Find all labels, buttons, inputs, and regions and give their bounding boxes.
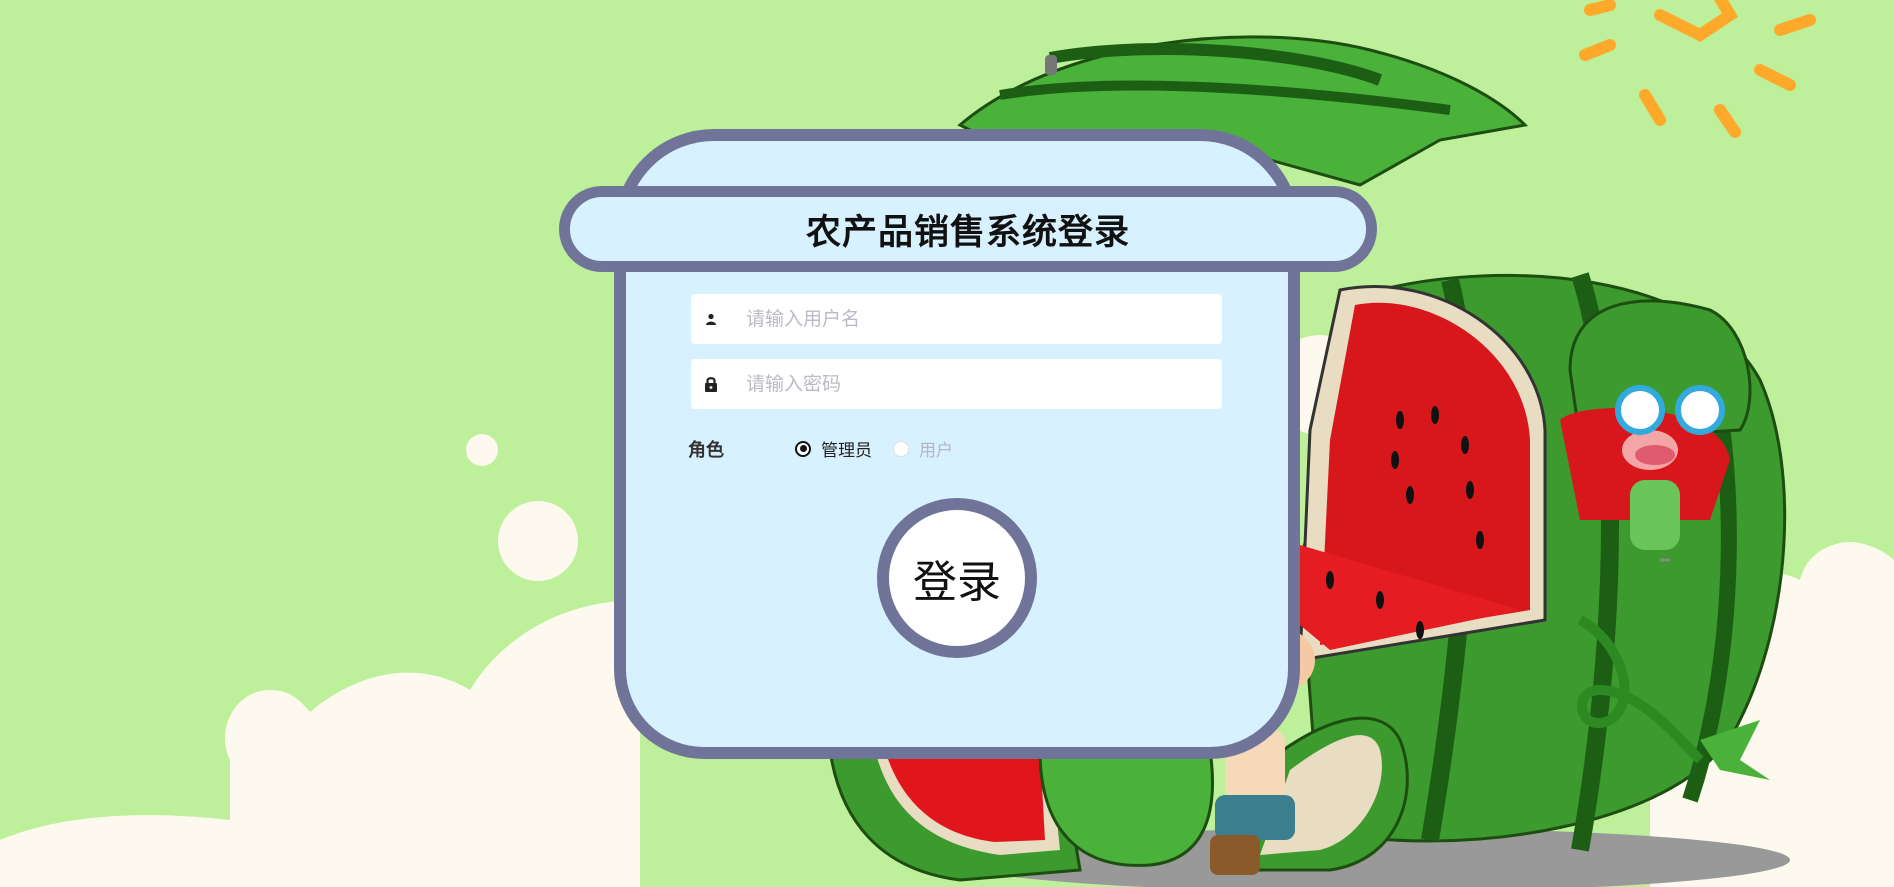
password-field[interactable]: [691, 358, 1222, 410]
radio-checked-icon[interactable]: [795, 440, 811, 457]
role-option-label: 用户: [919, 441, 953, 461]
page-title: 农产品销售系统登录: [805, 212, 1130, 253]
lock-icon: [691, 376, 731, 392]
title-bar: 农产品销售系统登录: [559, 186, 1377, 272]
radio-unchecked-icon[interactable]: [893, 440, 909, 457]
login-button[interactable]: 登录: [877, 498, 1037, 658]
username-field[interactable]: [691, 293, 1222, 345]
role-radio-admin[interactable]: 管理员: [795, 436, 872, 461]
sun-decoration: [1579, 0, 1816, 138]
username-input[interactable]: [731, 293, 1222, 345]
role-label: 角色: [688, 440, 724, 461]
role-option-label: 管理员: [821, 441, 872, 461]
role-radio-user[interactable]: 用户: [893, 436, 953, 461]
password-input[interactable]: [731, 358, 1222, 410]
user-icon: [691, 313, 731, 325]
